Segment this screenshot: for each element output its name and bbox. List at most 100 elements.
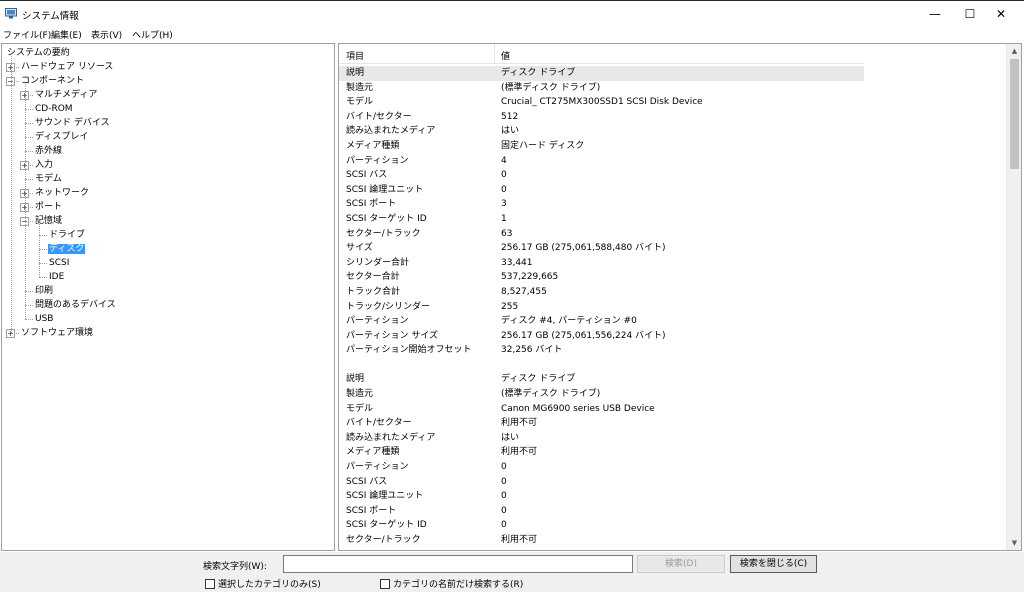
- table-row[interactable]: SCSI ポート 3: [339, 197, 864, 212]
- table-row[interactable]: [339, 358, 864, 373]
- checkbox-label: カテゴリの名前だけ検索する(R): [393, 580, 524, 590]
- tree-item[interactable]: コンポーネント: [20, 74, 85, 88]
- close-button[interactable]: ✕: [978, 1, 1024, 27]
- tree-item-label: サウンド デバイス: [35, 118, 110, 128]
- table-row[interactable]: パーティション 0: [339, 460, 864, 475]
- tree-item[interactable]: ハードウェア リソース: [20, 60, 114, 74]
- table-row[interactable]: SCSI バス 0: [339, 475, 864, 490]
- column-header-value[interactable]: 値: [501, 49, 510, 62]
- table-row[interactable]: メディア種類 固定ハード ディスク: [339, 139, 864, 154]
- row-item: 製造元: [346, 82, 374, 93]
- row-value: ディスク ドライブ: [501, 374, 576, 385]
- table-row[interactable]: SCSI ターゲット ID 1: [339, 212, 864, 227]
- row-value: Canon MG6900 series USB Device: [501, 403, 655, 414]
- category-names-only-checkbox[interactable]: カテゴリの名前だけ検索する(R): [380, 577, 523, 590]
- table-row[interactable]: 製造元 (標準ディスク ドライブ): [339, 81, 864, 96]
- table-row[interactable]: 説明 ディスク ドライブ: [339, 372, 864, 387]
- row-value: 0: [501, 170, 507, 181]
- checkbox-box[interactable]: [205, 578, 215, 589]
- window-title: システム情報: [22, 11, 79, 22]
- tree-item[interactable]: SCSI: [48, 256, 70, 270]
- row-item: パーティション サイズ: [346, 330, 439, 341]
- row-item: 読み込まれたメディア: [346, 432, 436, 443]
- tree-connector: [25, 84, 26, 319]
- scrollbar-thumb[interactable]: [1010, 59, 1019, 169]
- table-row[interactable]: サイズ 256.17 GB (275,061,588,480 バイト): [339, 241, 864, 256]
- table-row[interactable]: セクター/トラック 利用不可: [339, 533, 864, 548]
- table-row[interactable]: トラック合計 8,527,455: [339, 285, 864, 300]
- row-item: SCSI バス: [346, 170, 388, 181]
- table-row[interactable]: シリンダー合計 33,441: [339, 256, 864, 271]
- row-item: トラック合計: [346, 286, 401, 297]
- tree-item-label: 印刷: [35, 286, 54, 296]
- table-row[interactable]: パーティション ディスク #4, パーティション #0: [339, 314, 864, 329]
- table-row[interactable]: 読み込まれたメディア はい: [339, 124, 864, 139]
- column-divider[interactable]: [494, 44, 495, 64]
- scroll-up-icon[interactable]: ▲: [1007, 44, 1021, 58]
- scroll-down-icon[interactable]: ▼: [1007, 536, 1021, 550]
- find-bar: 検索文字列(W): 検索(D) 検索を閉じる(C) 選択したカテゴリのみ(S) …: [0, 552, 1024, 592]
- menu-edit[interactable]: 編集(E): [51, 28, 82, 41]
- table-row[interactable]: セクター/トラック 63: [339, 227, 864, 242]
- details-list[interactable]: 項目 値 説明 ディスク ドライブ 製造元 (標準ディスク ドライブ) モデル Cruci…: [338, 43, 1022, 551]
- table-row[interactable]: バイト/セクター 512: [339, 110, 864, 125]
- menu-help[interactable]: ヘルプ(H): [132, 28, 173, 41]
- table-row[interactable]: パーティション 4: [339, 154, 864, 169]
- tree-item[interactable]: マルチメディア: [34, 88, 98, 102]
- search-input[interactable]: [283, 555, 633, 573]
- title-bar: システム情報 — ☐ ✕: [0, 0, 1024, 26]
- row-item: SCSI ポート: [346, 505, 397, 516]
- tree-item[interactable]: ディスク: [48, 242, 86, 256]
- row-value: 0: [501, 491, 507, 502]
- row-item: パーティション: [346, 316, 409, 327]
- category-tree[interactable]: システムの要約 + ハードウェア リソース − コンポーネント + マルチメディア CD-RO…: [1, 43, 335, 551]
- table-row[interactable]: SCSI ターゲット ID 0: [339, 518, 864, 533]
- tree-item[interactable]: サウンド デバイス: [34, 116, 111, 130]
- tree-item[interactable]: 入力: [34, 158, 54, 172]
- tree-item[interactable]: USB: [34, 312, 54, 326]
- menu-view[interactable]: 表示(V): [91, 28, 122, 41]
- tree-item[interactable]: IDE: [48, 270, 65, 284]
- selected-category-only-checkbox[interactable]: 選択したカテゴリのみ(S): [205, 577, 321, 590]
- table-row[interactable]: SCSI ポート 0: [339, 504, 864, 519]
- table-row[interactable]: トラック/シリンダー 255: [339, 300, 864, 315]
- table-row[interactable]: 説明 ディスク ドライブ: [339, 66, 864, 81]
- tree-item[interactable]: CD-ROM: [34, 102, 74, 116]
- tree-item[interactable]: 印刷: [34, 284, 54, 298]
- table-row[interactable]: モデル Canon MG6900 series USB Device: [339, 402, 864, 417]
- table-row[interactable]: SCSI 論理ユニット 0: [339, 183, 864, 198]
- row-item: モデル: [346, 403, 374, 414]
- table-row[interactable]: メディア種類 利用不可: [339, 445, 864, 460]
- find-button[interactable]: 検索(D): [637, 555, 725, 573]
- tree-connector: [25, 179, 33, 180]
- table-row[interactable]: SCSI 論理ユニット 0: [339, 489, 864, 504]
- menu-file[interactable]: ファイル(F): [3, 28, 51, 41]
- tree-item[interactable]: ソフトウェア環境: [20, 326, 94, 340]
- table-row[interactable]: 製造元 (標準ディスク ドライブ): [339, 387, 864, 402]
- row-item: モデル: [346, 97, 374, 108]
- tree-item[interactable]: ドライブ: [48, 228, 86, 242]
- checkbox-box[interactable]: [380, 578, 390, 589]
- table-row[interactable]: モデル Crucial_ CT275MX300SSD1 SCSI Disk Dev…: [339, 95, 864, 110]
- tree-item[interactable]: 赤外線: [34, 144, 63, 158]
- tree-item[interactable]: ネットワーク: [34, 186, 90, 200]
- table-row[interactable]: パーティション サイズ 256.17 GB (275,061,556,224 バイ…: [339, 329, 864, 344]
- row-item: SCSI バス: [346, 476, 388, 487]
- tree-item[interactable]: モデム: [34, 172, 63, 186]
- row-value: 537,229,665: [501, 272, 559, 283]
- tree-item[interactable]: 問題のあるデバイス: [34, 298, 117, 312]
- tree-item[interactable]: システムの要約: [6, 46, 71, 60]
- tree-item-label: 入力: [35, 160, 54, 170]
- table-row[interactable]: 読み込まれたメディア はい: [339, 431, 864, 446]
- table-row[interactable]: バイト/セクター 利用不可: [339, 416, 864, 431]
- tree-item[interactable]: ディスプレイ: [34, 130, 89, 144]
- table-row[interactable]: セクター合計 537,229,665: [339, 270, 864, 285]
- column-header-item[interactable]: 項目: [346, 49, 364, 62]
- table-row[interactable]: SCSI バス 0: [339, 168, 864, 183]
- vertical-scrollbar[interactable]: ▲ ▼: [1006, 44, 1021, 550]
- row-value: 1: [501, 213, 507, 224]
- tree-item[interactable]: ポート: [34, 200, 63, 214]
- table-row[interactable]: パーティション開始オフセット 32,256 バイト: [339, 343, 864, 358]
- row-value: 4: [501, 155, 507, 166]
- close-find-button[interactable]: 検索を閉じる(C): [730, 555, 817, 573]
